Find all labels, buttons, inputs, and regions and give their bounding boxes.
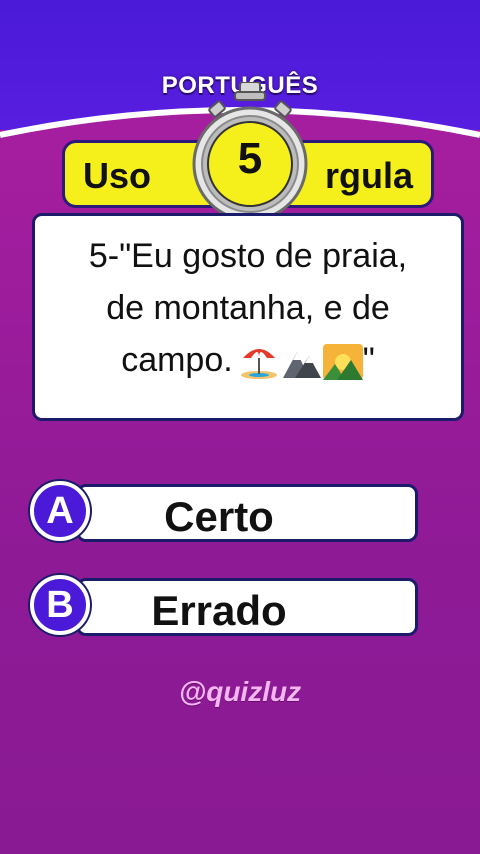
mountain-icon	[282, 352, 321, 379]
timer-number: 5	[237, 134, 263, 183]
topic-text-right: rgula	[324, 155, 413, 196]
question-line-3-end: "	[362, 341, 375, 379]
question-text: 5-"Eu gosto de praia, de montanha, e de …	[35, 230, 461, 386]
answer-a-box[interactable]: Certo	[76, 484, 418, 542]
emoji-group	[239, 344, 363, 381]
question-line-1: 5-"Eu gosto de praia,	[88, 237, 408, 275]
answer-option-b[interactable]: Errado B	[30, 575, 420, 638]
question-line-2: de montanha, e de	[106, 289, 390, 327]
sunrise-over-mountains-icon	[322, 344, 363, 381]
stopwatch-timer: 5	[190, 81, 310, 232]
topic-text-left: Uso	[83, 155, 152, 196]
answer-b-label: Errado	[151, 587, 287, 634]
question-line-3-text: campo.	[121, 341, 233, 379]
watermark-handle: @quizluz	[178, 676, 302, 707]
question-line-3: campo. "	[35, 334, 461, 386]
question-card: 5-"Eu gosto de praia, de montanha, e de …	[32, 213, 464, 421]
answer-a-letter: A	[30, 481, 90, 541]
answer-a-label: Certo	[164, 493, 274, 540]
answer-b-letter: B	[30, 575, 90, 635]
answer-option-a[interactable]: Certo A	[30, 481, 420, 544]
answer-b-box[interactable]: Errado	[76, 578, 418, 636]
beach-umbrella-icon	[240, 349, 277, 380]
